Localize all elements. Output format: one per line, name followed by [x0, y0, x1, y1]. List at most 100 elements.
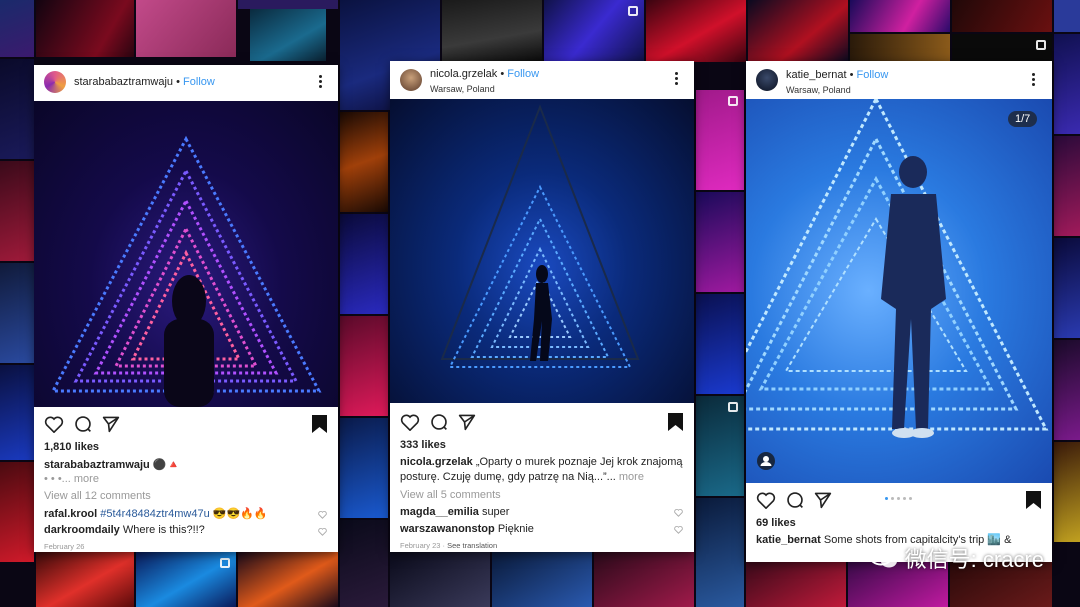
comment-username[interactable]: magda__emilia	[400, 506, 479, 518]
grid-photo	[340, 112, 388, 212]
grid-photo	[748, 0, 848, 62]
username-link[interactable]: nicola.grzelak	[430, 68, 497, 80]
grid-photo	[238, 552, 338, 607]
caption-username[interactable]: katie_bernat	[756, 534, 821, 546]
grid-photo	[696, 294, 744, 394]
like-heart-icon[interactable]	[44, 415, 64, 433]
post-card-2: nicola.grzelak • Follow Warsaw, Poland 3…	[390, 61, 694, 552]
location-link[interactable]: Warsaw, Poland	[786, 85, 851, 95]
action-bar	[390, 409, 694, 435]
watermark-text: 微信号: cracre	[904, 547, 1044, 572]
comment-icon[interactable]	[430, 413, 448, 431]
grid-photo	[0, 365, 34, 460]
comment-like-icon[interactable]	[318, 527, 327, 536]
likes-count[interactable]: 69 likes	[756, 517, 796, 529]
grid-photo	[442, 0, 542, 62]
grid-photo	[390, 552, 490, 607]
action-bar	[746, 489, 1052, 515]
wechat-watermark: 微信号: cracre	[868, 541, 1044, 575]
post-author-line: starababaztramwaju • Follow	[74, 76, 215, 88]
comment-like-icon[interactable]	[318, 510, 327, 519]
post-photo[interactable]	[34, 101, 338, 407]
post-photo[interactable]: 1/7	[746, 99, 1052, 483]
caption-username[interactable]: nicola.grzelak	[400, 456, 473, 468]
avatar[interactable]	[400, 69, 422, 91]
post-author-line: nicola.grzelak • Follow	[430, 68, 539, 80]
grid-photo	[594, 552, 694, 607]
follow-button[interactable]: Follow	[857, 69, 889, 81]
caption-more-link[interactable]: • • •... more	[44, 473, 99, 485]
follow-button[interactable]: Follow	[507, 68, 539, 80]
bookmark-icon[interactable]	[668, 413, 683, 431]
caption-text: ⚫🔺	[152, 459, 181, 471]
post-photo[interactable]	[390, 99, 694, 403]
post-date: February 26	[44, 542, 85, 551]
grid-photo	[646, 0, 746, 62]
grid-photo	[850, 0, 950, 32]
post-header: nicola.grzelak • Follow Warsaw, Poland	[390, 61, 694, 99]
comment-username[interactable]: warszawanonstop	[400, 523, 495, 535]
neon-triangle-image	[440, 104, 640, 368]
grid-photo	[492, 552, 592, 607]
likes-count[interactable]: 333 likes	[400, 439, 446, 451]
avatar[interactable]	[756, 69, 778, 91]
username-link[interactable]: katie_bernat	[786, 69, 847, 81]
share-icon[interactable]	[102, 415, 120, 433]
carousel-counter: 1/7	[1008, 111, 1038, 127]
grid-photo	[1054, 442, 1080, 542]
user-tag-icon[interactable]	[757, 452, 775, 470]
grid-photo	[0, 462, 34, 562]
comment-row: magda__emilia super	[400, 506, 509, 518]
wechat-icon	[868, 546, 897, 568]
more-options-icon[interactable]	[1032, 73, 1036, 87]
post-author-line: katie_bernat • Follow	[786, 69, 888, 81]
comment-username[interactable]: rafal.krool	[44, 508, 97, 520]
likes-count[interactable]: 1,810 likes	[44, 441, 99, 453]
share-icon[interactable]	[814, 491, 832, 509]
more-options-icon[interactable]	[319, 75, 323, 89]
location-link[interactable]: Warsaw, Poland	[430, 84, 495, 94]
caption-username[interactable]: starababaztramwaju	[44, 459, 150, 471]
comment-row: warszawanonstop Pięknie	[400, 523, 534, 535]
bookmark-icon[interactable]	[1026, 491, 1041, 509]
comment-text: Pięknie	[497, 523, 534, 535]
grid-photo	[696, 90, 744, 190]
post-header: katie_bernat • Follow Warsaw, Poland	[746, 61, 1052, 99]
comment-like-icon[interactable]	[674, 508, 683, 517]
username-link[interactable]: starababaztramwaju	[74, 76, 173, 88]
post-date: February 23	[400, 541, 441, 550]
view-all-comments-link[interactable]: View all 5 comments	[400, 489, 501, 501]
comment-icon[interactable]	[786, 491, 804, 509]
grid-photo	[696, 396, 744, 496]
avatar[interactable]	[44, 71, 66, 93]
grid-photo	[952, 0, 1052, 32]
like-heart-icon[interactable]	[756, 491, 776, 509]
comment-row: rafal.krool #5t4r48484ztr4mw47u 😎😎🔥🔥	[44, 507, 268, 520]
grid-photo	[746, 562, 846, 607]
comment-text: #5t4r48484ztr4mw47u 😎😎🔥🔥	[100, 508, 268, 520]
grid-photo	[136, 552, 236, 607]
like-heart-icon[interactable]	[400, 413, 420, 431]
share-icon[interactable]	[458, 413, 476, 431]
action-bar	[34, 411, 338, 437]
grid-photo	[36, 0, 134, 57]
comment-text: Where is this?!!?	[122, 524, 205, 536]
caption-line-2: posturę. Czuję dumę, gdy patrzę na Nią..…	[400, 471, 644, 483]
follow-button[interactable]: Follow	[183, 76, 215, 88]
comment-username[interactable]: darkroomdaily	[44, 524, 120, 536]
more-options-icon[interactable]	[675, 72, 679, 86]
grid-photo	[0, 263, 34, 363]
caption-more-link[interactable]: more	[619, 471, 644, 483]
comment-like-icon[interactable]	[674, 525, 683, 534]
comment-row: darkroomdaily Where is this?!!?	[44, 524, 205, 536]
view-all-comments-link[interactable]: View all 12 comments	[44, 490, 151, 502]
comment-icon[interactable]	[74, 415, 92, 433]
grid-photo	[340, 520, 388, 607]
grid-photo	[250, 9, 326, 61]
grid-photo	[1054, 136, 1080, 236]
see-translation-link[interactable]: See translation	[447, 541, 497, 550]
grid-photo	[0, 161, 34, 261]
grid-photo	[544, 0, 644, 62]
bookmark-icon[interactable]	[312, 415, 327, 433]
grid-photo	[1054, 34, 1080, 134]
